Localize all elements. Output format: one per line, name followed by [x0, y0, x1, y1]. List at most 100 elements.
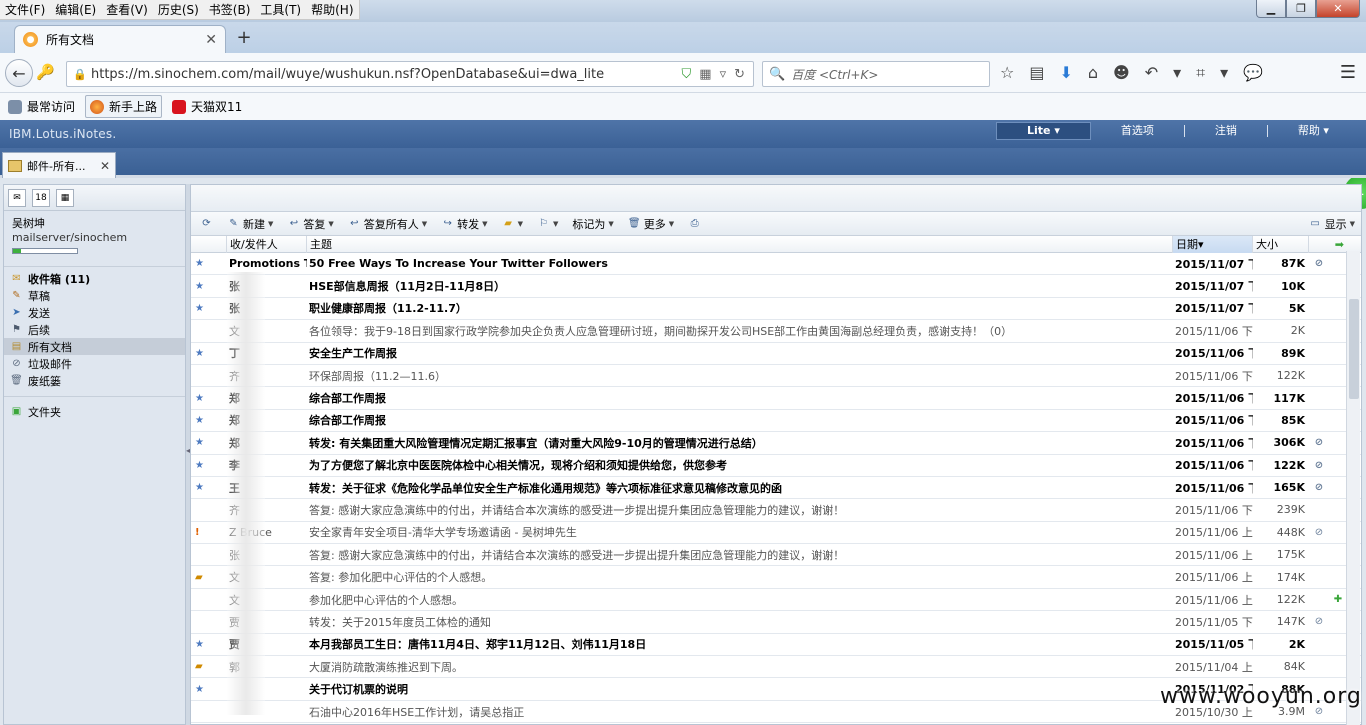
dropdown-arrow-icon[interactable]: ▿	[720, 67, 727, 82]
refresh-button[interactable]: ⟳	[195, 218, 218, 230]
undo-icon[interactable]: ↶	[1145, 63, 1158, 83]
message-row[interactable]: ★张职业健康部周报（11.2-11.7）2015/11/07 下午5K	[191, 298, 1361, 321]
bookmark-getting-started[interactable]: 新手上路	[85, 95, 163, 118]
message-size: 306K	[1273, 436, 1306, 450]
bookmark-tmall[interactable]: 天猫双11	[168, 96, 246, 117]
dropdown-icon-2[interactable]: ▾	[1220, 63, 1228, 83]
delete-button[interactable]: 🗑 更多 ▼	[623, 216, 679, 232]
message-row[interactable]: ★郑转发: 有关集团重大风险管理情况定期汇报事宜（请对重大风险9-10月的管理情…	[191, 432, 1361, 455]
reply-all-button[interactable]: ↩ 答复所有人 ▼	[343, 216, 432, 232]
shield-check-icon[interactable]: ⛉	[682, 67, 692, 82]
message-row[interactable]: 齐环保部周报（11.2—11.6）2015/11/06 下午122K	[191, 365, 1361, 388]
message-row[interactable]: 贾转发：关于2015年度员工体检的通知2015/11/05 下午147K⊘	[191, 611, 1361, 634]
message-size: 87K	[1281, 257, 1305, 271]
top-nav-logout[interactable]: 注销	[1185, 125, 1268, 137]
browser-tab-active[interactable]: ● 所有文档 ✕	[14, 25, 226, 53]
download-icon[interactable]: ⬇	[1059, 63, 1072, 83]
new-button[interactable]: ✎ 新建 ▼	[222, 216, 278, 232]
folder-root[interactable]: ▣ 文件夹	[4, 403, 185, 420]
top-nav-preferences[interactable]: 首选项	[1091, 125, 1185, 137]
all-docs-icon: ▤	[11, 341, 22, 352]
comment-icon[interactable]: 💬	[1243, 63, 1263, 83]
contacts-launch-icon[interactable]: ▦	[56, 188, 74, 207]
col-icon[interactable]	[191, 235, 227, 253]
vertical-scrollbar[interactable]	[1346, 251, 1360, 725]
col-subject[interactable]: 主题	[307, 235, 1173, 253]
message-size: 165K	[1273, 481, 1306, 495]
calendar-launch-icon[interactable]: 18	[32, 188, 50, 207]
url-bar[interactable]: 🔒 https://m.sinochem.com/mail/wuye/wushu…	[66, 61, 754, 87]
qr-code-icon[interactable]: ▦	[699, 67, 711, 82]
search-bar[interactable]: 🔍 百度 <Ctrl+K>	[762, 61, 990, 87]
message-row[interactable]: 张答复: 感谢大家应急演练中的付出，并请结合本次演练的感受进一步提出提升集团应急…	[191, 544, 1361, 567]
print-button[interactable]: ⎙	[683, 218, 706, 230]
reply-button[interactable]: ↩ 答复 ▼	[282, 216, 338, 232]
scrollbar-thumb[interactable]	[1349, 299, 1359, 399]
mark-as-button[interactable]: 标记为 ▼	[567, 216, 618, 232]
reload-icon[interactable]: ↻	[734, 67, 745, 82]
close-window-button[interactable]: ✕	[1316, 0, 1360, 18]
dropdown-icon[interactable]: ▾	[1173, 63, 1181, 83]
col-date[interactable]: 日期▾	[1173, 235, 1253, 253]
menu-item[interactable]: 编辑(E)	[50, 0, 101, 19]
message-row[interactable]: ▰文答复: 参加化肥中心评估的个人感想。2015/11/06 上午174K	[191, 566, 1361, 589]
app-tab-mail[interactable]: 邮件-所有... ✕	[2, 152, 116, 178]
back-button[interactable]: ←	[5, 59, 33, 87]
menu-item[interactable]: 工具(T)	[255, 0, 306, 19]
folder-move-button[interactable]: ▰ ▼	[497, 218, 528, 230]
message-row[interactable]: 文各位领导：我于9-18日到国家行政学院参加央企负责人应急管理研讨班，期间勘探开…	[191, 320, 1361, 343]
tab-close-icon[interactable]: ✕	[205, 32, 217, 48]
mail-launch-icon[interactable]: ✉	[8, 188, 26, 207]
message-row[interactable]: ★郑综合部工作周报2015/11/06 下午117K	[191, 387, 1361, 410]
home-icon[interactable]: ⌂	[1088, 63, 1098, 83]
message-row[interactable]: ★李为了方便您了解北京中医医院体检中心相关情况，现将介绍和须知提供给您，供您参考…	[191, 455, 1361, 477]
message-row[interactable]: ★贾本月我部员工生日：唐伟11月4日、郑宇11月12日、刘伟11月18日2015…	[191, 634, 1361, 657]
menu-item[interactable]: 文件(F)	[0, 0, 50, 19]
message-row[interactable]: ★ Promotions Tw50 Free Ways To Increase Y…	[191, 253, 1361, 276]
folder-item[interactable]: ✎ 草稿	[4, 287, 185, 304]
folder-item[interactable]: ➤ 发送	[4, 304, 185, 321]
crop-icon[interactable]: ⌗	[1196, 63, 1205, 83]
forward-button[interactable]: ↪ 转发 ▼	[436, 216, 492, 232]
maximize-button[interactable]: ❐	[1286, 0, 1316, 18]
folder-item[interactable]: ⊘ 垃圾邮件	[4, 355, 185, 372]
message-row[interactable]: 文参加化肥中心评估的个人感想。2015/11/06 上午122K✚	[191, 589, 1361, 612]
folder-item[interactable]: ✉ 收件箱 (11)	[4, 270, 185, 287]
message-row[interactable]: !Z Bruce安全家青年安全项目-清华大学专场邀请函 - 吴树坤先生2015/…	[191, 522, 1361, 545]
menu-item[interactable]: 书签(B)	[204, 0, 256, 19]
message-row[interactable]: ★郑综合部工作周报2015/11/06 下午85K	[191, 410, 1361, 433]
follow-up-button[interactable]: ⚐ ▼	[532, 218, 563, 230]
menu-item[interactable]: 查看(V)	[101, 0, 153, 19]
folder-item[interactable]: ⚑ 后续	[4, 321, 185, 338]
new-tab-button[interactable]: +	[234, 27, 254, 49]
message-row[interactable]: ★王转发：关于征求《危险化学品单位安全生产标准化通用规范》等六项标准征求意见稿修…	[191, 477, 1361, 500]
top-nav-lite[interactable]: Lite ▾	[996, 122, 1091, 140]
flag-icon: ⚑	[12, 324, 21, 335]
folder-label: 草稿	[28, 289, 50, 303]
display-button[interactable]: ▭ 显示 ▼	[1304, 216, 1361, 232]
bookmark-star-icon[interactable]: ☆	[1000, 63, 1014, 83]
col-size[interactable]: 大小	[1253, 235, 1309, 253]
message-row[interactable]: ★丁安全生产工作周报2015/11/06 下午89K	[191, 343, 1361, 365]
minimize-button[interactable]: ▁	[1256, 0, 1286, 18]
lock-icon: 🔒	[73, 67, 87, 81]
message-row[interactable]: 齐答复: 感谢大家应急演练中的付出，并请结合本次演练的感受进一步提出提升集团应急…	[191, 499, 1361, 522]
url-text[interactable]: https://m.sinochem.com/mail/wuye/wushuku…	[91, 67, 682, 82]
hamburger-menu-icon[interactable]: ☰	[1340, 62, 1356, 83]
app-tab-close-icon[interactable]: ✕	[100, 159, 110, 173]
folder-item[interactable]: 🗑 废纸篓	[4, 372, 185, 389]
top-nav-help[interactable]: 帮助 ▾	[1268, 125, 1359, 137]
col-from[interactable]: 收/发件人	[227, 235, 307, 253]
message-row[interactable]: ★张HSE部信息周报（11月2日-11月8日）2015/11/07 下午10K	[191, 275, 1361, 298]
reading-list-icon[interactable]: ▤	[1029, 63, 1044, 83]
unread-star-icon: ★	[195, 258, 204, 270]
folder-item[interactable]: ▤ 所有文档	[4, 338, 185, 355]
menu-item[interactable]: 历史(S)	[153, 0, 204, 19]
identity-key-icon[interactable]: 🔑	[36, 63, 55, 81]
chat-icon[interactable]: ☻	[1113, 63, 1130, 83]
next-page-icon[interactable]: ➡	[1309, 236, 1347, 253]
menu-item[interactable]: 帮助(H)	[306, 0, 358, 19]
bookmark-most-visited[interactable]: 最常访问	[4, 96, 79, 117]
left-navigator: ✉ 18 ▦ 吴树坤 mailserver/sinochem ✉ 收件箱 (11)…	[3, 184, 186, 725]
message-row[interactable]: ▰郭大厦消防疏散演练推迟到下周。2015/11/04 上午84K	[191, 656, 1361, 679]
